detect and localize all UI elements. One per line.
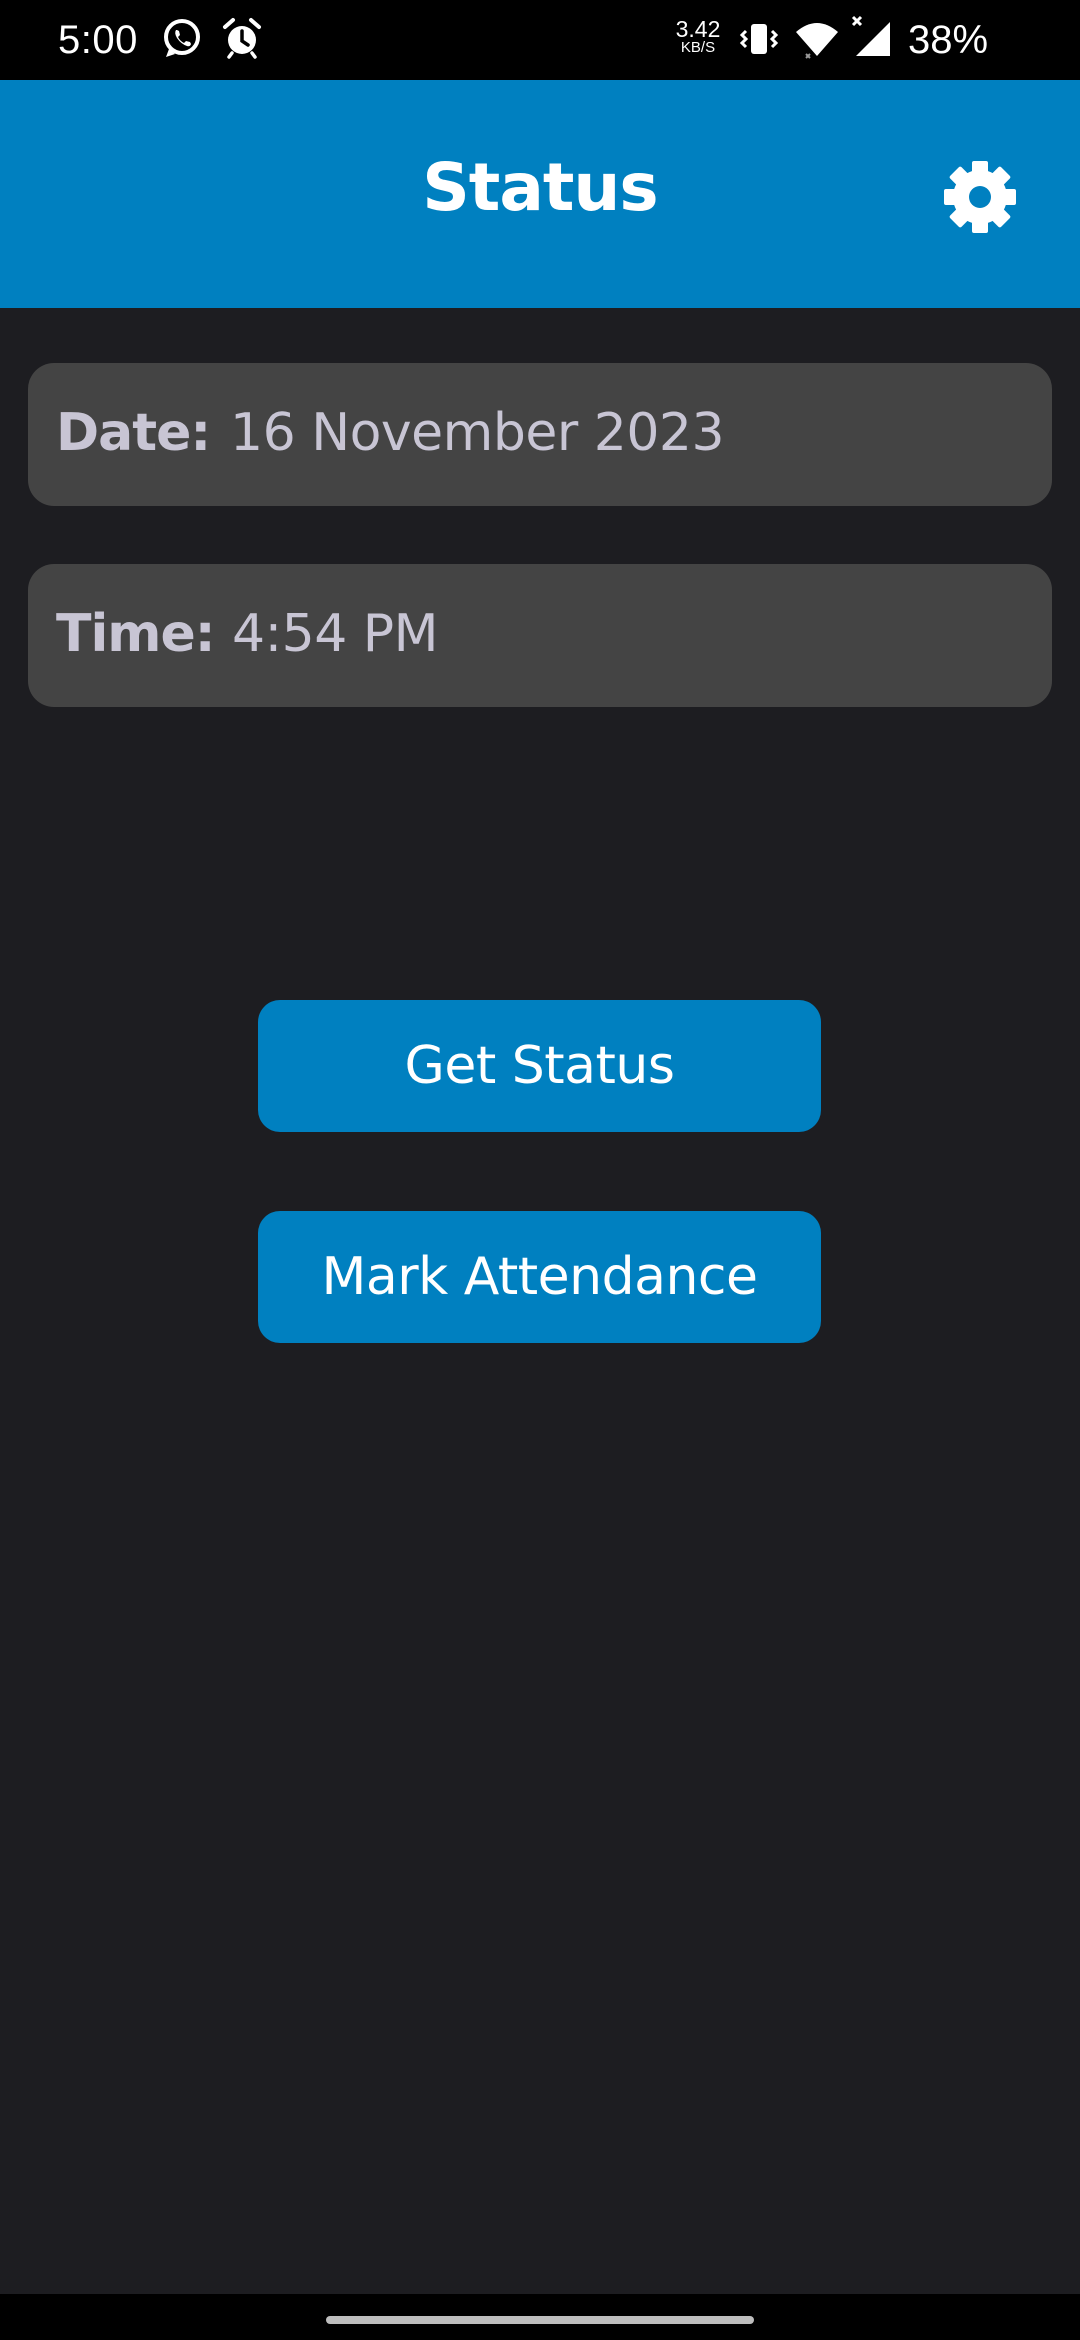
date-card: Date: 16 November 2023 xyxy=(28,363,1052,506)
network-speed-value: 3.42 xyxy=(675,16,721,42)
mark-attendance-button[interactable]: Mark Attendance xyxy=(258,1211,821,1343)
vibrate-icon xyxy=(738,18,780,64)
date-value: 16 November 2023 xyxy=(230,403,725,463)
battery-level: 38% xyxy=(908,18,989,62)
network-speed: 3.42 KB/S xyxy=(672,18,724,56)
time-card: Time: 4:54 PM xyxy=(28,564,1052,707)
home-gesture-handle[interactable] xyxy=(326,2316,754,2324)
status-time: 5:00 xyxy=(58,18,138,62)
wifi-icon xyxy=(794,20,840,64)
date-label: Date: xyxy=(56,403,211,463)
signal-icon xyxy=(850,14,894,64)
settings-button[interactable] xyxy=(940,157,1020,237)
app-bar: Status xyxy=(0,80,1080,308)
gear-icon xyxy=(944,161,1016,233)
status-bar: 5:00 3.42 KB/S 38% xyxy=(0,0,1080,80)
navigation-bar xyxy=(0,2294,1080,2340)
time-value: 4:54 PM xyxy=(232,604,439,664)
page-title: Status xyxy=(422,149,658,226)
alarm-icon xyxy=(220,16,264,64)
time-label: Time: xyxy=(56,604,216,664)
whatsapp-icon xyxy=(160,16,204,64)
network-speed-unit: KB/S xyxy=(680,39,716,56)
get-status-button[interactable]: Get Status xyxy=(258,1000,821,1132)
